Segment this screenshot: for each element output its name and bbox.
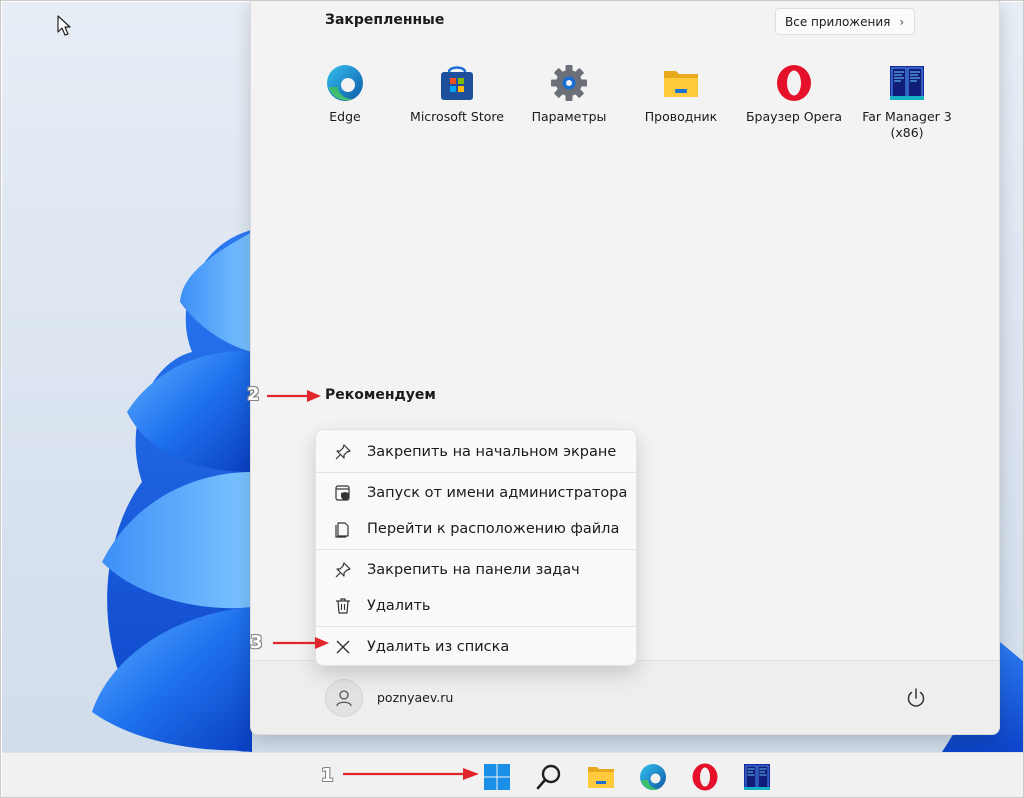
power-icon[interactable] (903, 685, 929, 711)
user-avatar[interactable] (325, 679, 363, 717)
annotation-number: 2 (247, 384, 260, 405)
file-location-icon (335, 522, 349, 538)
context-item-label: Перейти к расположению файла (367, 521, 620, 537)
annotation-arrow (273, 637, 329, 649)
user-icon (336, 690, 352, 707)
context-item-label: Удалить из списка (367, 639, 510, 655)
context-separator (316, 549, 636, 550)
close-icon (336, 640, 350, 654)
settings-gear-icon (551, 65, 587, 101)
context-separator (316, 626, 636, 627)
context-item-pin-start[interactable]: Закрепить на начальном экране (320, 435, 634, 469)
pin-icon (335, 444, 351, 460)
annotation-arrow (343, 768, 479, 780)
recommended-section-title: Рекомендуем (325, 387, 436, 403)
edge-icon (327, 65, 363, 101)
context-item-remove-from-list[interactable]: Удалить из списка (320, 630, 634, 664)
pinned-app-microsoft-store[interactable]: Microsoft Store (398, 63, 516, 125)
context-item-run-as-admin[interactable]: Запуск от имени администратора (320, 476, 634, 510)
folder-icon[interactable] (586, 762, 616, 792)
windows-start-icon[interactable] (482, 762, 512, 792)
app-label: Microsoft Store (410, 109, 504, 124)
context-item-label: Удалить (367, 598, 431, 614)
all-apps-button[interactable]: Все приложения › (775, 8, 916, 35)
context-item-pin-taskbar[interactable]: Закрепить на панели задач (320, 553, 634, 587)
context-item-label: Закрепить на начальном экране (367, 444, 617, 460)
far-manager-icon (890, 66, 924, 100)
pinned-app-explorer[interactable]: Проводник (622, 63, 740, 125)
context-item-label: Закрепить на панели задач (367, 562, 580, 578)
annotation-number: 1 (321, 765, 334, 786)
app-label: Браузер Opera (745, 109, 843, 124)
chevron-right-icon: › (899, 14, 905, 29)
context-menu: Закрепить на начальном экране Запуск от … (315, 429, 637, 666)
shield-admin-icon (335, 485, 350, 501)
edge-icon[interactable] (638, 762, 668, 792)
app-label: Edge (329, 109, 361, 124)
context-item-label: Запуск от имени администратора (367, 485, 628, 501)
context-item-open-file-location[interactable]: Перейти к расположению файла (320, 512, 634, 546)
context-item-uninstall[interactable]: Удалить (320, 589, 634, 623)
pinned-section-title: Закрепленные (325, 12, 445, 28)
search-icon[interactable] (534, 762, 564, 792)
screenshot-frame: Закрепленные Все приложения › Edge Micro… (0, 0, 1024, 798)
pinned-app-opera[interactable]: Браузер Opera (735, 63, 853, 125)
trash-icon (336, 598, 350, 614)
microsoft-store-icon (441, 66, 473, 100)
opera-icon[interactable] (690, 762, 720, 792)
app-label: Параметры (531, 109, 607, 124)
mouse-cursor-icon (57, 15, 71, 36)
annotation-arrow (267, 390, 321, 402)
taskbar (2, 752, 1023, 797)
app-label: Проводник (644, 109, 718, 124)
pin-icon (335, 562, 351, 578)
pinned-app-edge[interactable]: Edge (286, 63, 404, 125)
all-apps-label: Все приложения (785, 14, 891, 29)
opera-icon (777, 65, 811, 101)
pinned-app-settings[interactable]: Параметры (510, 63, 628, 125)
annotation-number: 3 (250, 632, 263, 653)
start-menu-footer: poznyaev.ru (251, 660, 999, 734)
folder-icon (664, 71, 698, 97)
pinned-app-far-manager[interactable]: Far Manager 3 (x86) (847, 63, 967, 141)
app-label: Far Manager 3 (x86) (862, 109, 952, 140)
context-separator (316, 472, 636, 473)
user-name[interactable]: poznyaev.ru (377, 690, 453, 705)
far-manager-icon[interactable] (742, 762, 772, 792)
